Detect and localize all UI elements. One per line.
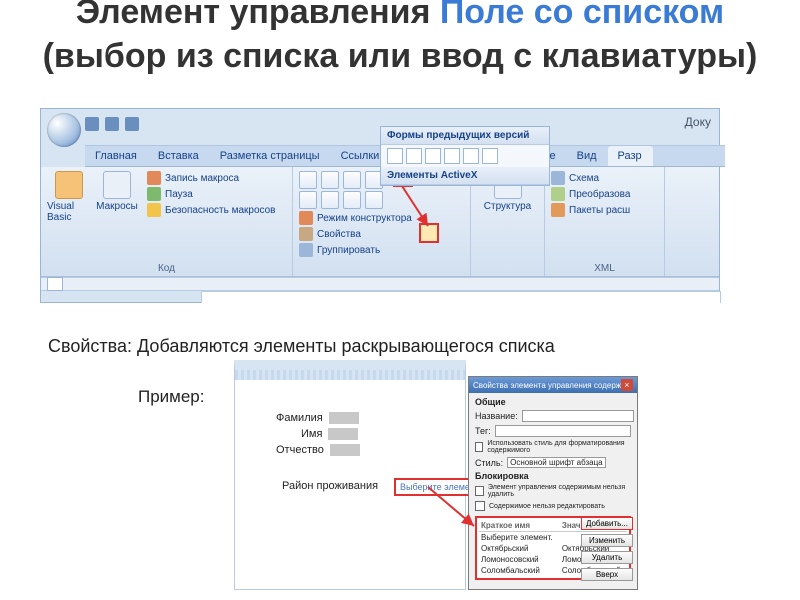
checkbox-icon [475, 486, 484, 496]
document-area [201, 291, 721, 303]
legacy-reset-icon[interactable] [482, 148, 498, 164]
transform-button[interactable]: Преобразова [551, 187, 630, 201]
slide-title: Элемент управления Поле со списком (выбо… [0, 0, 800, 78]
form-patronymic: Отчество [276, 444, 360, 456]
picture-control-icon[interactable] [343, 171, 361, 189]
dropdown-control-icon[interactable] [299, 191, 317, 209]
group-xml-label: XML [551, 261, 658, 274]
warning-icon [147, 203, 161, 217]
group-icon [299, 243, 313, 257]
properties-dialog: Свойства элемента управления содержимым … [468, 376, 638, 590]
date-control-icon[interactable] [321, 191, 339, 209]
lock-edit-checkbox[interactable]: Содержимое нельзя редактировать [475, 501, 631, 511]
title-part1: Элемент управления [76, 0, 440, 31]
document-title: Доку [685, 115, 711, 129]
tab-home[interactable]: Главная [85, 146, 148, 166]
visual-basic-button[interactable]: Visual Basic [47, 171, 91, 223]
checkbox-icon [475, 501, 485, 511]
save-icon[interactable] [85, 117, 99, 131]
controls-row2 [299, 191, 383, 209]
legacy-dropdown-icon[interactable] [425, 148, 441, 164]
form-firstname: Имя [301, 428, 358, 440]
pause-button[interactable]: Пауза [147, 187, 276, 201]
group-code-label: Код [47, 261, 286, 274]
legacy-frame-icon[interactable] [444, 148, 460, 164]
tab-view[interactable]: Вид [567, 146, 608, 166]
horizontal-ruler [41, 277, 719, 291]
legacy-checkbox-icon[interactable] [406, 148, 422, 164]
highlight-legacy-tools [419, 223, 439, 243]
list-buttons: Добавить... Изменить Удалить Вверх [581, 517, 633, 581]
undo-icon[interactable] [105, 117, 119, 131]
properties-icon [299, 227, 313, 241]
checkbox-icon [475, 442, 483, 452]
name-input[interactable] [522, 410, 634, 422]
style-field: Стиль:Основной шрифт абзаца [475, 457, 631, 468]
properties-button[interactable]: Свойства [299, 227, 412, 241]
packs-icon [551, 203, 565, 217]
legacy-textbox-icon[interactable] [387, 148, 403, 164]
expansion-packs-button[interactable]: Пакеты расш [551, 203, 630, 217]
edit-button[interactable]: Изменить [581, 534, 633, 547]
lock-remove-checkbox[interactable]: Элемент управления содержимым нельзя уда… [475, 484, 631, 498]
ruler-toggle-icon[interactable] [47, 277, 63, 291]
popup-legacy-row [381, 145, 549, 167]
group-code: Visual Basic Макросы Запись макроса Пауз… [41, 167, 293, 276]
group-xml: Схема Преобразова Пакеты расш XML [545, 167, 665, 276]
up-button[interactable]: Вверх [581, 568, 633, 581]
group-controls-label [299, 272, 464, 274]
pause-icon [147, 187, 161, 201]
add-button[interactable]: Добавить... [581, 517, 633, 530]
lastname-field[interactable] [329, 412, 359, 424]
general-section: Общие [475, 397, 631, 407]
form-lastname: Фамилия [276, 412, 359, 424]
example-label: Пример: [138, 387, 205, 407]
tag-input[interactable] [495, 425, 631, 437]
schema-icon [551, 171, 565, 185]
legacy-tools-popup: Формы предыдущих версий Элементы ActiveX [380, 126, 550, 186]
record-icon [147, 171, 161, 185]
design-mode-icon [299, 211, 313, 225]
transform-icon [551, 187, 565, 201]
group-button[interactable]: Группировать [299, 243, 412, 257]
style-select[interactable]: Основной шрифт абзаца [507, 457, 606, 468]
tab-developer[interactable]: Разр [608, 146, 653, 166]
controls-row1 [299, 171, 383, 189]
delete-button[interactable]: Удалить [581, 551, 633, 564]
popup-legacy-header: Формы предыдущих версий [381, 127, 549, 145]
tab-layout[interactable]: Разметка страницы [210, 146, 331, 166]
design-mode-button[interactable]: Режим конструктора [299, 211, 412, 225]
lock-section: Блокировка [475, 471, 631, 481]
firstname-field[interactable] [328, 428, 358, 440]
tab-insert[interactable]: Вставка [148, 146, 210, 166]
title-highlight: Поле со списком [440, 0, 724, 31]
popup-activex-header: Элементы ActiveX [381, 167, 549, 185]
title-part2: (выбор из списка или ввод с клавиатуры) [43, 37, 758, 75]
dialog-titlebar[interactable]: Свойства элемента управления содержимым … [469, 377, 637, 393]
schema-button[interactable]: Схема [551, 171, 599, 185]
patronymic-field[interactable] [330, 444, 360, 456]
macros-button[interactable]: Макросы [95, 171, 139, 212]
region-label: Район проживания [282, 480, 378, 492]
legacy-shading-icon[interactable] [463, 148, 479, 164]
legacy-tools-icon[interactable] [365, 191, 383, 209]
use-style-checkbox[interactable]: Использовать стиль для форматирования со… [475, 440, 631, 454]
name-field: Название: [475, 410, 631, 422]
block-control-icon[interactable] [343, 191, 361, 209]
richtext-control-icon[interactable] [299, 171, 317, 189]
dialog-title: Свойства элемента управления содержимым [473, 381, 621, 390]
tag-field: Тег: [475, 425, 631, 437]
record-macro-button[interactable]: Запись макроса [147, 171, 276, 185]
document-background [234, 360, 466, 590]
macro-security-button[interactable]: Безопасность макросов [147, 203, 276, 217]
properties-note: Свойства: Добавляются элементы раскрываю… [48, 336, 555, 357]
text-control-icon[interactable] [321, 171, 339, 189]
quick-access-toolbar [85, 117, 139, 131]
redo-icon[interactable] [125, 117, 139, 131]
office-button[interactable] [47, 113, 81, 147]
close-icon[interactable]: × [621, 379, 633, 391]
